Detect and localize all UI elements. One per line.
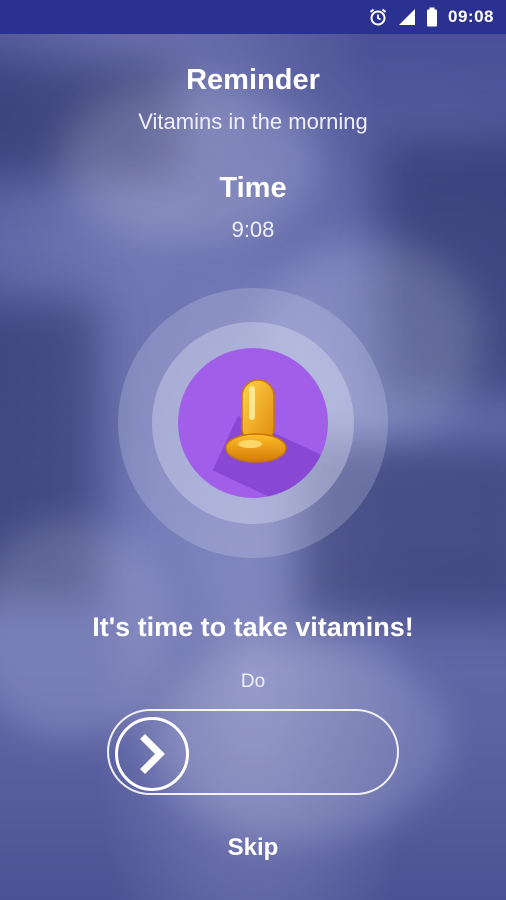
reminder-heading: Reminder <box>186 64 320 96</box>
vitamin-capsule-icon <box>225 379 287 463</box>
swipe-to-do-slider[interactable] <box>107 709 399 795</box>
reminder-screen: Reminder Vitamins in the morning Time 9:… <box>0 0 506 900</box>
status-bar: 09:08 <box>0 0 506 34</box>
vitamin-badge <box>178 348 328 498</box>
slider-knob[interactable] <box>115 717 189 791</box>
battery-icon <box>427 7 438 27</box>
signal-icon <box>399 9 416 25</box>
chevron-right-icon <box>140 734 165 774</box>
alarm-icon <box>369 8 387 26</box>
reminder-name: Vitamins in the morning <box>138 109 368 134</box>
do-label: Do <box>240 671 266 692</box>
skip-button[interactable]: Skip <box>203 834 303 862</box>
time-heading: Time <box>219 172 287 204</box>
reminder-time: 9:08 <box>231 217 275 242</box>
status-time: 09:08 <box>448 7 494 26</box>
reminder-message: It's time to take vitamins! <box>92 612 414 642</box>
